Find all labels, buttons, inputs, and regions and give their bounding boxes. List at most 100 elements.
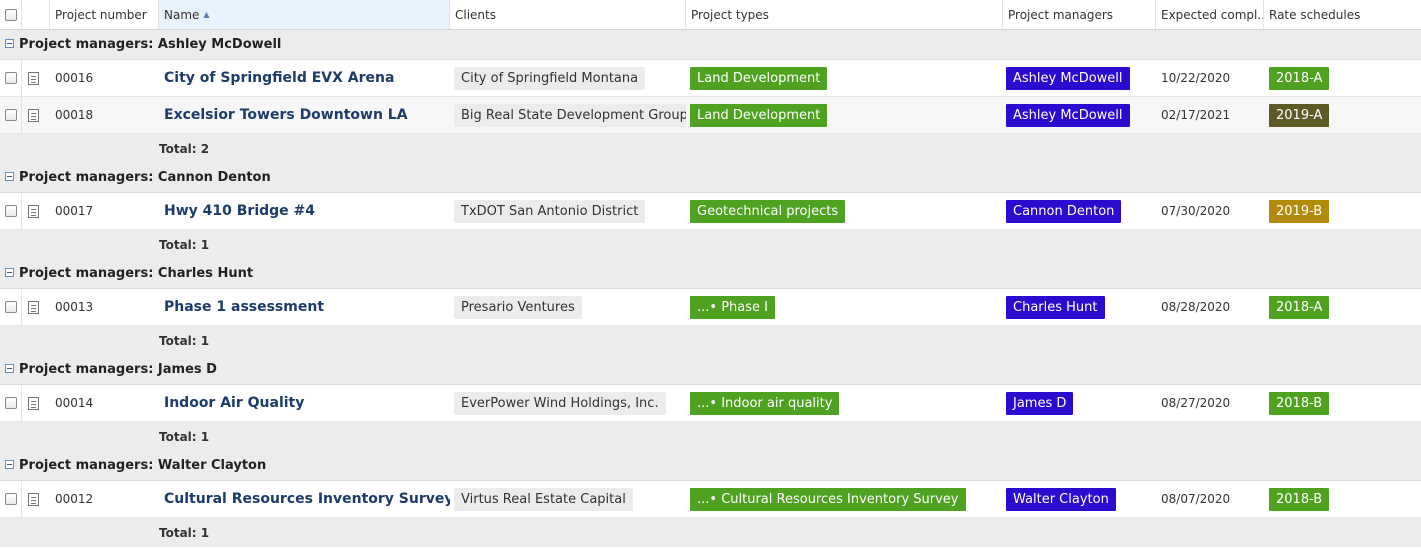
row-checkbox[interactable] bbox=[4, 205, 17, 217]
document-icon[interactable] bbox=[28, 71, 39, 85]
client-cell: Presario Ventures bbox=[450, 289, 686, 325]
project-manager-tag[interactable]: Ashley McDowell bbox=[1006, 103, 1130, 127]
project-type-tag[interactable]: Geotechnical projects bbox=[690, 199, 846, 223]
project-number-cell: 00013 bbox=[50, 289, 159, 325]
row-icon-cell bbox=[22, 60, 50, 96]
project-manager-tag[interactable]: Cannon Denton bbox=[1006, 199, 1122, 223]
row-checkbox-cell[interactable] bbox=[0, 97, 22, 133]
row-checkbox[interactable] bbox=[4, 301, 17, 313]
icon-column-header bbox=[22, 0, 50, 29]
collapse-group-icon[interactable] bbox=[5, 39, 14, 48]
row-checkbox-cell[interactable] bbox=[0, 289, 22, 325]
client-tag[interactable]: TxDOT San Antonio District bbox=[454, 199, 646, 223]
column-header-project-managers[interactable]: Project managers bbox=[1003, 0, 1156, 29]
project-number-cell: 00016 bbox=[50, 60, 159, 96]
project-name-cell: Cultural Resources Inventory Survey bbox=[159, 481, 450, 517]
table-row[interactable]: 00018 Excelsior Towers Downtown LA Big R… bbox=[0, 97, 1421, 134]
group-total: Total: 2 bbox=[159, 141, 210, 156]
project-name-link[interactable]: Indoor Air Quality bbox=[159, 395, 304, 411]
project-name-link[interactable]: Hwy 410 Bridge #4 bbox=[159, 203, 315, 219]
project-manager-tag[interactable]: Ashley McDowell bbox=[1006, 66, 1130, 90]
rate-schedule-tag[interactable]: 2019-A bbox=[1269, 103, 1330, 127]
rate-schedule-tag[interactable]: 2018-A bbox=[1269, 66, 1330, 90]
group-total: Total: 1 bbox=[159, 333, 210, 348]
row-checkbox[interactable] bbox=[4, 493, 17, 505]
project-manager-cell: Cannon Denton bbox=[1003, 193, 1156, 229]
group-label: Project managers: Charles Hunt bbox=[19, 266, 254, 281]
rate-schedule-tag[interactable]: 2019-B bbox=[1269, 199, 1330, 223]
select-all-checkbox-cell[interactable] bbox=[0, 0, 22, 29]
project-number: 00012 bbox=[55, 492, 94, 506]
rate-schedule-tag[interactable]: 2018-B bbox=[1269, 391, 1330, 415]
document-icon[interactable] bbox=[28, 204, 39, 218]
project-type-tag[interactable]: Land Development bbox=[690, 66, 828, 90]
rate-schedule-tag[interactable]: 2018-B bbox=[1269, 487, 1330, 511]
row-checkbox[interactable] bbox=[4, 72, 17, 84]
collapse-group-icon[interactable] bbox=[5, 364, 14, 373]
column-header-project-types[interactable]: Project types bbox=[686, 0, 1003, 29]
project-type-tag[interactable]: ...• Cultural Resources Inventory Survey bbox=[690, 487, 966, 511]
table-row[interactable]: 00014 Indoor Air Quality EverPower Wind … bbox=[0, 385, 1421, 422]
project-manager-tag[interactable]: Walter Clayton bbox=[1006, 487, 1116, 511]
client-tag[interactable]: Big Real State Development Group bbox=[454, 103, 686, 127]
document-icon[interactable] bbox=[28, 300, 39, 314]
row-checkbox[interactable] bbox=[4, 397, 17, 409]
document-icon[interactable] bbox=[28, 396, 39, 410]
column-header-clients[interactable]: Clients bbox=[450, 0, 686, 29]
group-total-row: Total: 1 bbox=[0, 518, 1421, 547]
table-row[interactable]: 00012 Cultural Resources Inventory Surve… bbox=[0, 481, 1421, 518]
row-checkbox-cell[interactable] bbox=[0, 385, 22, 421]
rate-schedule-tag[interactable]: 2018-A bbox=[1269, 295, 1330, 319]
row-checkbox-cell[interactable] bbox=[0, 481, 22, 517]
table-row[interactable]: 00017 Hwy 410 Bridge #4 TxDOT San Antoni… bbox=[0, 193, 1421, 230]
column-header-name[interactable]: Name ▲ bbox=[159, 0, 450, 29]
project-name-link[interactable]: City of Springfield EVX Arena bbox=[159, 70, 394, 86]
expected-completion-cell: 08/27/2020 bbox=[1156, 385, 1264, 421]
project-name-link[interactable]: Excelsior Towers Downtown LA bbox=[159, 107, 408, 123]
row-checkbox-cell[interactable] bbox=[0, 60, 22, 96]
projects-grid: Project number Name ▲ Clients Project typ… bbox=[0, 0, 1421, 547]
project-type-tag[interactable]: ...• Indoor air quality bbox=[690, 391, 840, 415]
collapse-group-icon[interactable] bbox=[5, 172, 14, 181]
group-header: Project managers: Cannon Denton bbox=[0, 163, 1421, 193]
expected-completion-date: 08/28/2020 bbox=[1161, 300, 1231, 314]
rate-schedule-cell: 2019-B bbox=[1264, 193, 1421, 229]
project-manager-tag[interactable]: James D bbox=[1006, 391, 1074, 415]
row-icon-cell bbox=[22, 193, 50, 229]
row-checkbox[interactable] bbox=[4, 109, 17, 121]
project-number: 00014 bbox=[55, 396, 94, 410]
document-icon[interactable] bbox=[28, 108, 39, 122]
table-row[interactable]: 00013 Phase 1 assessment Presario Ventur… bbox=[0, 289, 1421, 326]
row-checkbox-cell[interactable] bbox=[0, 193, 22, 229]
select-all-checkbox[interactable] bbox=[4, 8, 17, 21]
client-tag[interactable]: Presario Ventures bbox=[454, 295, 582, 319]
project-type-cell: Geotechnical projects bbox=[686, 193, 1003, 229]
project-type-tag[interactable]: Land Development bbox=[690, 103, 828, 127]
project-name-link[interactable]: Phase 1 assessment bbox=[159, 299, 324, 315]
project-type-tag[interactable]: ...• Phase I bbox=[690, 295, 775, 319]
project-type-cell: ...• Phase I bbox=[686, 289, 1003, 325]
group-label: Project managers: Walter Clayton bbox=[19, 458, 267, 473]
collapse-group-icon[interactable] bbox=[5, 460, 14, 469]
expected-completion-cell: 10/22/2020 bbox=[1156, 60, 1264, 96]
row-icon-cell bbox=[22, 97, 50, 133]
project-manager-tag[interactable]: Charles Hunt bbox=[1006, 295, 1105, 319]
collapse-group-icon[interactable] bbox=[5, 268, 14, 277]
group-total-row: Total: 1 bbox=[0, 230, 1421, 259]
column-header-project-number[interactable]: Project number bbox=[50, 0, 159, 29]
project-number-cell: 00018 bbox=[50, 97, 159, 133]
document-icon[interactable] bbox=[28, 492, 39, 506]
column-header-rate-schedules[interactable]: Rate schedules bbox=[1264, 0, 1421, 29]
column-header-expected-completion[interactable]: Expected compl... bbox=[1156, 0, 1264, 29]
client-tag[interactable]: Virtus Real Estate Capital bbox=[454, 487, 633, 511]
client-tag[interactable]: City of Springfield Montana bbox=[454, 66, 646, 90]
project-name-link[interactable]: Cultural Resources Inventory Survey bbox=[159, 491, 450, 507]
sort-ascending-icon: ▲ bbox=[203, 10, 210, 19]
group-total-row: Total: 1 bbox=[0, 422, 1421, 451]
table-row[interactable]: 00016 City of Springfield EVX Arena City… bbox=[0, 60, 1421, 97]
group-header: Project managers: James D bbox=[0, 355, 1421, 385]
group-header: Project managers: Walter Clayton bbox=[0, 451, 1421, 481]
client-tag[interactable]: EverPower Wind Holdings, Inc. bbox=[454, 391, 666, 415]
project-name-cell: Indoor Air Quality bbox=[159, 385, 450, 421]
row-icon-cell bbox=[22, 289, 50, 325]
